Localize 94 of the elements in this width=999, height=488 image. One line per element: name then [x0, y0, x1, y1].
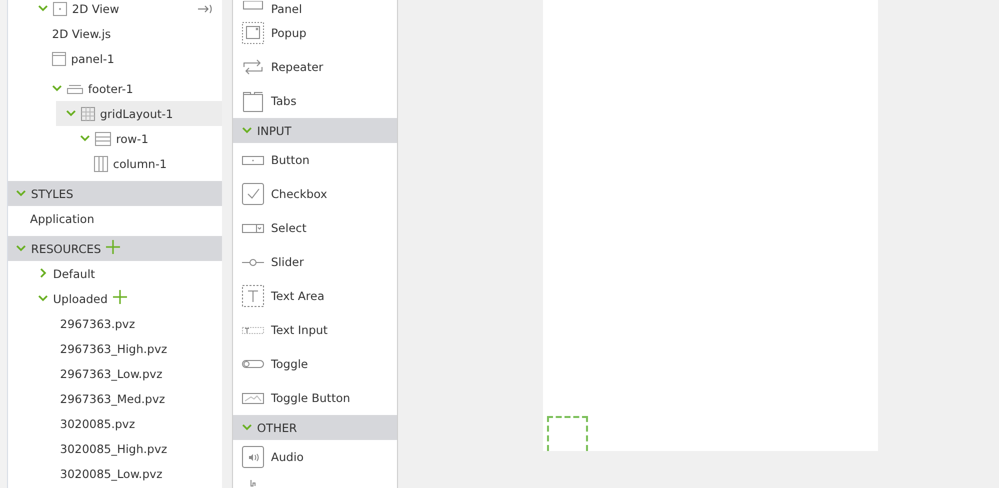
columns-icon	[94, 156, 108, 172]
resource-file[interactable]: 3020085.pvz	[60, 416, 136, 430]
textarea-widget-icon	[242, 285, 264, 307]
tree-item-label: panel-1	[71, 52, 114, 66]
category-title: INPUT	[257, 124, 292, 138]
widget-label: Toggle Button	[271, 391, 350, 405]
section-header[interactable]: STYLES	[8, 181, 222, 206]
grid-icon	[81, 106, 95, 120]
palette-item[interactable]: Checkbox	[233, 177, 397, 211]
tree-row[interactable]: column-1	[8, 151, 222, 176]
chevron-down-icon[interactable]	[66, 108, 76, 118]
palette-item[interactable]: Audio	[233, 440, 397, 474]
widget-label: Text Area	[271, 289, 324, 303]
tree-item-label: gridLayout-1	[100, 106, 174, 120]
folder-row[interactable]: Uploaded	[8, 286, 222, 311]
widget-label: Tabs	[271, 94, 296, 108]
chevron-down-icon[interactable]	[38, 292, 48, 302]
resource-file[interactable]: 3020085_Low.pvz	[60, 466, 162, 480]
slider-widget-icon	[242, 258, 264, 266]
widget-label: Repeater	[271, 60, 324, 74]
palette-item[interactable]: Toggle Button	[233, 381, 397, 415]
chevron-down-icon[interactable]	[16, 242, 26, 252]
tree-row[interactable]: row-1	[8, 126, 222, 151]
palette-item[interactable]: Button	[233, 143, 397, 177]
palette-item[interactable]: Text Area	[233, 279, 397, 313]
rows-icon	[95, 132, 111, 146]
repeater-widget-icon	[243, 59, 263, 75]
chevron-down-icon[interactable]	[52, 82, 62, 92]
chevron-down-icon[interactable]	[16, 188, 26, 198]
tree-item-label: 2D View	[72, 2, 120, 16]
folder-row[interactable]: Default	[8, 261, 222, 286]
tree-item-label: footer-1	[88, 82, 134, 96]
widget-label: Select	[271, 221, 306, 235]
section-header[interactable]: RESOURCES	[8, 236, 222, 261]
add-icon[interactable]	[112, 290, 127, 304]
resource-file[interactable]: 2967363_Low.pvz	[60, 366, 162, 380]
textinput-widget-icon	[242, 326, 264, 334]
audio-widget-icon	[242, 446, 264, 468]
tree-item-label: column-1	[113, 156, 167, 170]
tree-row[interactable]: panel-1	[8, 46, 222, 71]
section-title: STYLES	[31, 186, 74, 200]
widget-label: Button	[271, 153, 310, 167]
palette-item[interactable]: Tabs	[233, 84, 397, 118]
view-icon	[53, 2, 67, 16]
select-widget-icon	[242, 224, 264, 232]
panel-icon	[52, 52, 66, 66]
style-item[interactable]: Application	[30, 212, 94, 226]
togglebutton-widget-icon	[242, 392, 264, 404]
chevron-down-icon[interactable]	[80, 132, 90, 142]
add-icon[interactable]	[106, 240, 120, 254]
palette-item[interactable]: Select	[233, 211, 397, 245]
widget-label: Toggle	[271, 357, 308, 371]
partial-widget-icon	[250, 480, 256, 487]
footer-icon	[67, 84, 83, 94]
tabs-widget-icon	[242, 90, 264, 112]
resource-file[interactable]: 2967363_High.pvz	[60, 342, 168, 356]
panel-widget-icon	[243, 1, 263, 10]
tree-row[interactable]: 2D View	[8, 0, 222, 21]
resource-file[interactable]: 3020085_High.pvz	[60, 442, 168, 456]
palette-item[interactable]: Panel	[233, 0, 397, 16]
tree-item-label: row-1	[116, 132, 148, 146]
folder-label: Uploaded	[53, 292, 108, 306]
palette-category[interactable]: INPUT	[233, 118, 397, 143]
chevron-down-icon[interactable]	[242, 124, 252, 134]
palette-item[interactable]: Text Input	[233, 313, 397, 347]
tree-item-label: 2D View.js	[52, 26, 111, 40]
chevron-down-icon[interactable]	[38, 2, 48, 12]
section-title: RESOURCES	[31, 242, 102, 256]
palette-item[interactable]: Repeater	[233, 50, 397, 84]
checkbox-widget-icon	[242, 183, 264, 205]
widget-label: Slider	[271, 255, 304, 269]
drop-zone[interactable]	[547, 416, 588, 451]
palette-item[interactable]: Slider	[233, 245, 397, 279]
button-widget-icon	[242, 156, 264, 164]
palette-item[interactable]: Popup	[233, 16, 397, 50]
selected-tree-row[interactable]: gridLayout-1	[56, 101, 222, 126]
widget-label: Audio	[271, 450, 304, 464]
arrow-icon[interactable]	[198, 4, 212, 14]
resource-file[interactable]: 2967363_Med.pvz	[60, 392, 166, 406]
folder-label: Default	[53, 266, 96, 280]
chevron-right-icon[interactable]	[38, 268, 48, 278]
toggle-widget-icon	[242, 360, 264, 368]
popup-widget-icon	[242, 22, 264, 44]
tree-row[interactable]: 2D View.js	[8, 21, 222, 46]
resource-file[interactable]: 2967363.pvz	[60, 316, 136, 330]
palette-item[interactable]: Toggle	[233, 347, 397, 381]
widget-label: Popup	[271, 26, 306, 40]
chevron-down-icon[interactable]	[242, 422, 252, 432]
tree-row[interactable]: footer-1	[8, 76, 222, 101]
category-title: OTHER	[257, 420, 297, 434]
widget-label: Checkbox	[271, 187, 328, 201]
widget-label: Panel	[271, 2, 302, 16]
palette-category[interactable]: OTHER	[233, 415, 397, 440]
widget-label: Text Input	[271, 323, 328, 337]
